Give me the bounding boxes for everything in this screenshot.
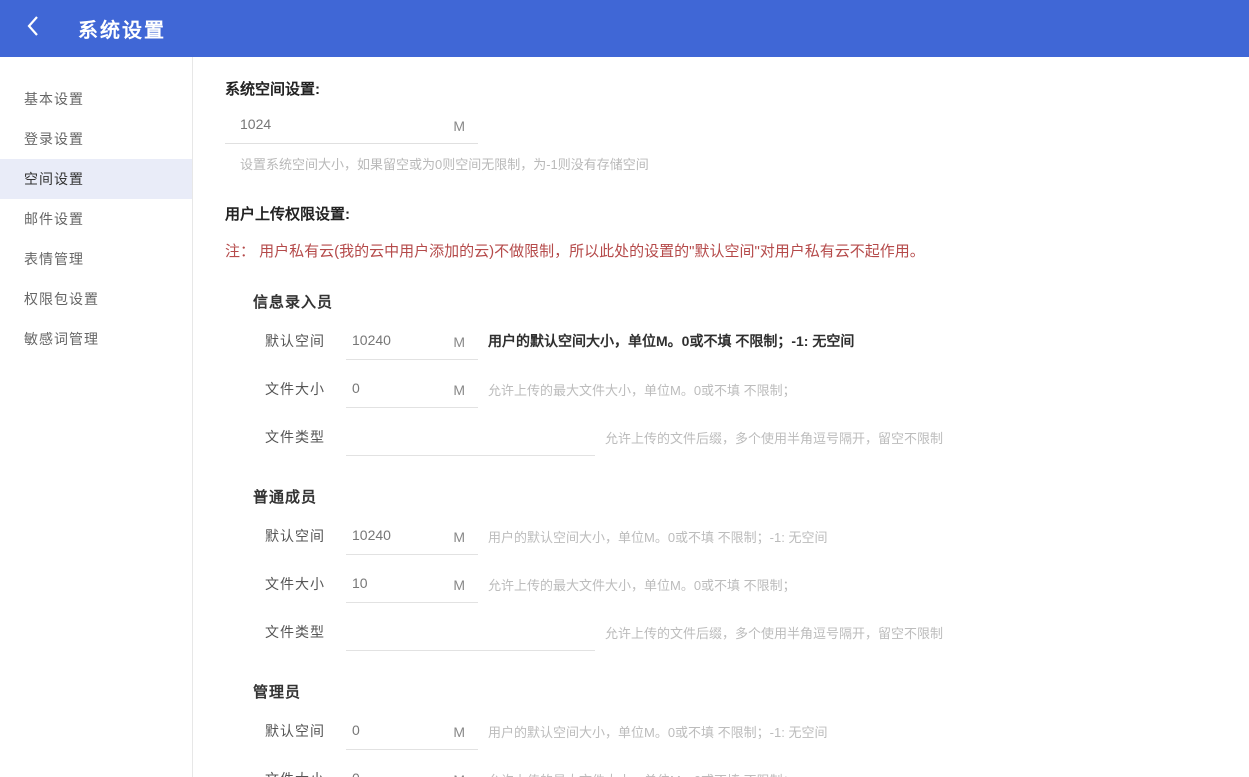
field-hint: 用户的默认空间大小，单位M。0或不填 不限制；-1: 无空间 xyxy=(488,527,827,555)
unit-label: M xyxy=(453,382,465,398)
file-size-row: 文件大小 M 允许上传的最大文件大小，单位M。0或不填 不限制； xyxy=(253,574,1249,603)
page-body: 基本设置 登录设置 空间设置 邮件设置 表情管理 权限包设置 敏感词管理 系统空… xyxy=(0,57,1249,777)
field-label: 文件大小 xyxy=(265,574,346,603)
unit-label: M xyxy=(453,334,465,350)
file-type-row: 文件类型 允许上传的文件后缀，多个使用半角逗号隔开，留空不限制 xyxy=(253,622,1249,651)
settings-form: 系统空间设置: M 设置系统空间大小，如果留空或为0则空间无限制，为-1则没有存… xyxy=(193,57,1249,777)
file-size-row: 文件大小 M 允许上传的最大文件大小，单位M。0或不填 不限制； xyxy=(253,769,1249,777)
file-type-input[interactable] xyxy=(346,623,587,639)
page-title: 系统设置 xyxy=(78,14,166,43)
role-section-admin: 管理员 默认空间 M 用户的默认空间大小，单位M。0或不填 不限制；-1: 无空… xyxy=(253,681,1249,777)
system-space-label: 系统空间设置: xyxy=(225,78,1249,99)
sidebar-item-basic[interactable]: 基本设置 xyxy=(0,79,192,119)
file-size-input[interactable] xyxy=(346,770,444,777)
upload-settings-label: 用户上传权限设置: xyxy=(225,203,1249,224)
back-button[interactable] xyxy=(26,17,46,41)
field-label: 默认空间 xyxy=(265,526,346,555)
system-space-unit: M xyxy=(453,118,465,134)
chevron-left-icon xyxy=(26,15,39,42)
default-space-field: M xyxy=(346,332,478,360)
field-hint: 允许上传的文件后缀，多个使用半角逗号隔开，留空不限制 xyxy=(605,428,943,456)
default-space-field: M xyxy=(346,527,478,555)
unit-label: M xyxy=(453,724,465,740)
unit-label: M xyxy=(453,577,465,593)
role-name: 普通成员 xyxy=(253,486,1249,507)
file-size-field: M xyxy=(346,575,478,603)
sidebar-item-permission-pack[interactable]: 权限包设置 xyxy=(0,279,192,319)
field-label: 文件大小 xyxy=(265,769,346,777)
settings-sidebar: 基本设置 登录设置 空间设置 邮件设置 表情管理 权限包设置 敏感词管理 xyxy=(0,57,193,777)
default-space-input[interactable] xyxy=(346,527,444,543)
sidebar-item-login[interactable]: 登录设置 xyxy=(0,119,192,159)
field-hint: 用户的默认空间大小，单位M。0或不填 不限制；-1: 无空间 xyxy=(488,331,854,360)
default-space-row: 默认空间 M 用户的默认空间大小，单位M。0或不填 不限制；-1: 无空间 xyxy=(253,331,1249,360)
upload-settings-note: 注： 用户私有云(我的云中用户添加的云)不做限制，所以此处的设置的"默认空间"对… xyxy=(225,240,1249,261)
file-size-row: 文件大小 M 允许上传的最大文件大小，单位M。0或不填 不限制； xyxy=(253,379,1249,408)
file-type-row: 文件类型 允许上传的文件后缀，多个使用半角逗号隔开，留空不限制 xyxy=(253,427,1249,456)
field-hint: 允许上传的最大文件大小，单位M。0或不填 不限制； xyxy=(488,575,796,603)
role-section-clerk: 信息录入员 默认空间 M 用户的默认空间大小，单位M。0或不填 不限制；-1: … xyxy=(253,291,1249,456)
sidebar-item-sensitive-words[interactable]: 敏感词管理 xyxy=(0,319,192,359)
system-space-field: M xyxy=(225,116,478,144)
role-name: 信息录入员 xyxy=(253,291,1249,312)
system-space-hint: 设置系统空间大小，如果留空或为0则空间无限制，为-1则没有存储空间 xyxy=(225,154,1249,173)
default-space-input[interactable] xyxy=(346,332,444,348)
field-label: 默认空间 xyxy=(265,721,346,750)
file-size-input[interactable] xyxy=(346,575,444,591)
field-hint: 允许上传的最大文件大小，单位M。0或不填 不限制； xyxy=(488,380,796,408)
field-hint: 允许上传的最大文件大小，单位M。0或不填 不限制； xyxy=(488,770,796,777)
default-space-field: M xyxy=(346,722,478,750)
sidebar-item-emoji[interactable]: 表情管理 xyxy=(0,239,192,279)
field-hint: 允许上传的文件后缀，多个使用半角逗号隔开，留空不限制 xyxy=(605,623,943,651)
file-type-field xyxy=(346,623,595,651)
field-hint: 用户的默认空间大小，单位M。0或不填 不限制；-1: 无空间 xyxy=(488,722,827,750)
file-size-input[interactable] xyxy=(346,380,444,396)
field-label: 文件类型 xyxy=(265,622,346,651)
field-label: 文件大小 xyxy=(265,379,346,408)
default-space-input[interactable] xyxy=(346,722,444,738)
unit-label: M xyxy=(453,529,465,545)
file-type-input[interactable] xyxy=(346,428,587,444)
unit-label: M xyxy=(453,772,465,777)
system-space-input[interactable] xyxy=(225,116,425,132)
default-space-row: 默认空间 M 用户的默认空间大小，单位M。0或不填 不限制；-1: 无空间 xyxy=(253,721,1249,750)
sidebar-item-space[interactable]: 空间设置 xyxy=(0,159,192,199)
field-label: 默认空间 xyxy=(265,331,346,360)
default-space-row: 默认空间 M 用户的默认空间大小，单位M。0或不填 不限制；-1: 无空间 xyxy=(253,526,1249,555)
role-name: 管理员 xyxy=(253,681,1249,702)
role-section-member: 普通成员 默认空间 M 用户的默认空间大小，单位M。0或不填 不限制；-1: 无… xyxy=(253,486,1249,651)
file-type-field xyxy=(346,428,595,456)
sidebar-item-mail[interactable]: 邮件设置 xyxy=(0,199,192,239)
field-label: 文件类型 xyxy=(265,427,346,456)
app-header: 系统设置 xyxy=(0,0,1249,57)
file-size-field: M xyxy=(346,770,478,777)
file-size-field: M xyxy=(346,380,478,408)
